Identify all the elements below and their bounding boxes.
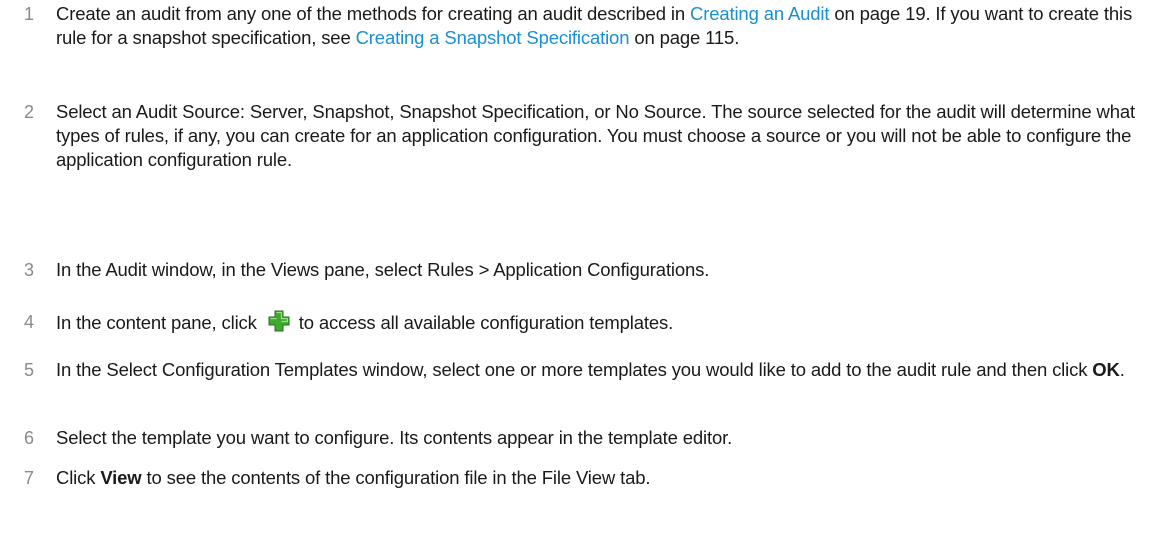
step-text: In the Audit window, in the Views pane, …: [56, 259, 710, 280]
procedure-steps: 1 Create an audit from any one of the me…: [0, 0, 1171, 534]
step-number: 7: [24, 468, 35, 488]
creating-snapshot-specification-link[interactable]: Creating a Snapshot Specification: [356, 27, 630, 48]
step-text: In the content pane, click to access all…: [56, 310, 1165, 335]
step-text-part: In the content pane, click: [56, 312, 262, 333]
step-text-part: to see the contents of the configuration…: [141, 467, 651, 488]
view-label: View: [100, 467, 142, 488]
step-text-part: Click: [56, 467, 101, 488]
step-number: 4: [24, 312, 35, 332]
step-text-part: on page 115.: [629, 27, 740, 48]
creating-an-audit-link[interactable]: Creating an Audit: [690, 3, 830, 24]
step-number: 6: [24, 428, 35, 448]
step-text: Select an Audit Source: Server, Snapshot…: [56, 101, 1136, 170]
step-number: 2: [24, 102, 35, 122]
step-text: Create an audit from any one of the meth…: [56, 2, 1165, 50]
ok-label: OK: [1092, 359, 1120, 380]
step-text-part: .: [1119, 359, 1125, 380]
step-number: 1: [24, 4, 35, 24]
step-number: 5: [24, 360, 35, 380]
step-text: In the Select Configuration Templates wi…: [56, 358, 1165, 382]
step-number: 3: [24, 260, 35, 280]
green-plus-icon[interactable]: [268, 310, 290, 332]
step-text: Click View to see the contents of the co…: [56, 466, 1165, 490]
step-text: Select the template you want to configur…: [56, 427, 733, 448]
step-text-part: Create an audit from any one of the meth…: [56, 3, 690, 24]
step-text-part: to access all available configuration te…: [293, 312, 674, 333]
step-text-part: In the Select Configuration Templates wi…: [56, 359, 1093, 380]
